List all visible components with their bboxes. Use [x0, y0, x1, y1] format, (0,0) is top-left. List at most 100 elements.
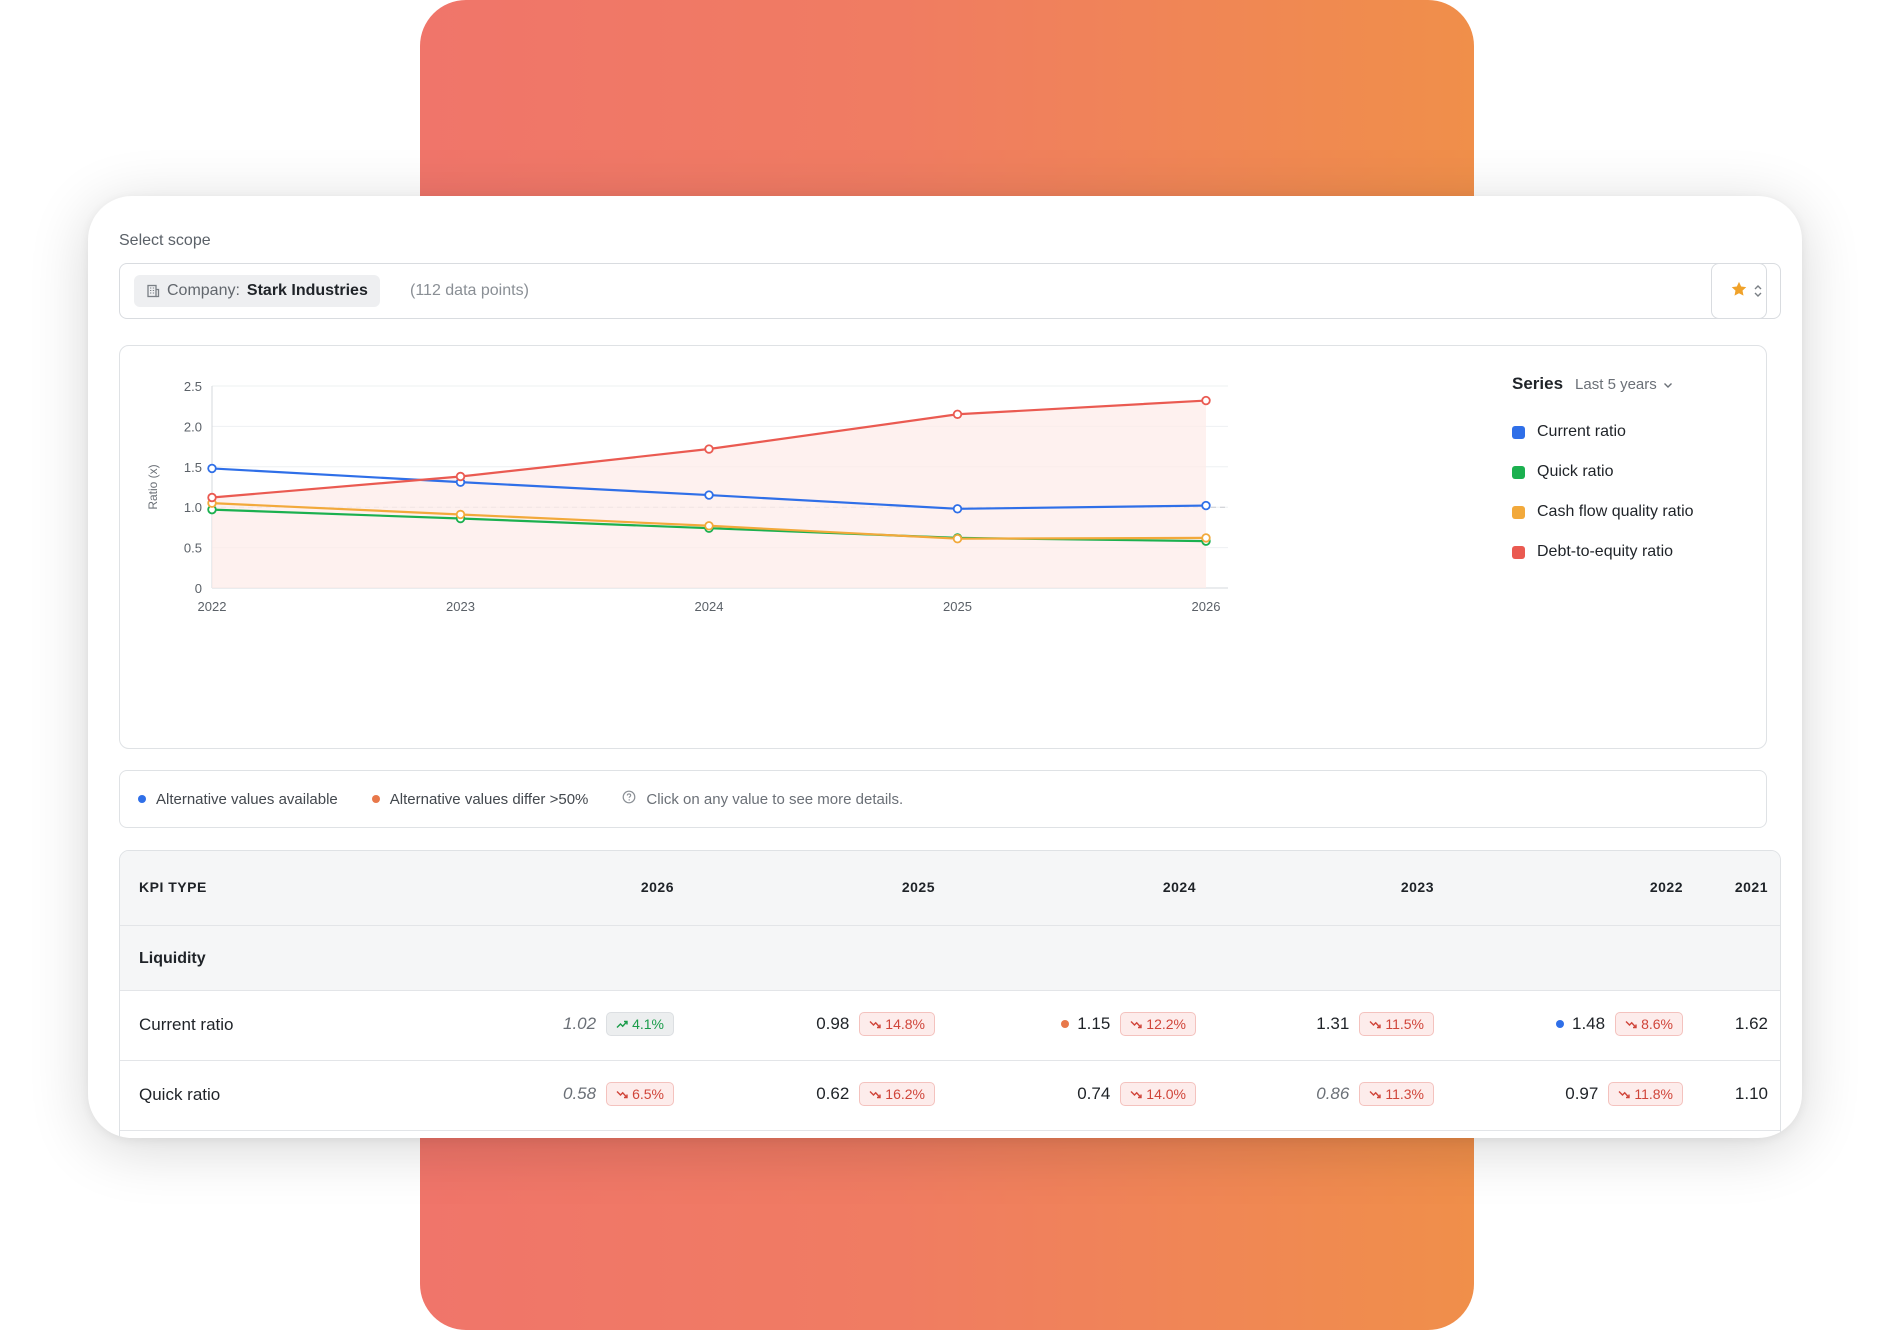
table-cell[interactable]: 1.10	[1735, 1079, 1768, 1109]
trend-down-icon	[1625, 1020, 1637, 1029]
legend-label: Quick ratio	[1537, 463, 1614, 480]
legend-swatch-cashflow	[1512, 505, 1525, 519]
x-tick-label: 2026	[1192, 599, 1221, 614]
table-cell[interactable]: 1.48 8.6%	[1555, 1009, 1683, 1039]
change-badge: 14.8%	[859, 1012, 935, 1036]
change-badge: 6.5%	[606, 1082, 674, 1106]
data-point	[952, 534, 963, 544]
data-point	[952, 409, 963, 419]
cell-value: 1.15	[1077, 1014, 1111, 1033]
info-alt-available: Alternative values available	[138, 791, 338, 808]
data-point	[455, 509, 466, 520]
legend-swatch-quick	[1512, 465, 1525, 479]
column-header-2023[interactable]: 2023	[1401, 879, 1434, 895]
data-point	[704, 521, 714, 531]
table-cell[interactable]: 1.02 4.1%	[563, 1009, 674, 1039]
data-point	[704, 490, 714, 500]
x-tick-label: 2023	[446, 599, 475, 614]
table-cell[interactable]: 1.31 11.5%	[1316, 1009, 1434, 1039]
column-header-2021[interactable]: 2021	[1735, 879, 1768, 895]
star-icon	[1730, 280, 1748, 303]
legend-item-debt-to-equity-ratio[interactable]: Debt-to-equity ratio	[1512, 532, 1752, 572]
column-header-2026[interactable]: 2026	[641, 879, 674, 895]
legend-item-quick-ratio[interactable]: Quick ratio	[1512, 452, 1752, 492]
y-tick-label: 2.0	[184, 419, 202, 434]
column-header-2024[interactable]: 2024	[1163, 879, 1196, 895]
change-badge-label: 6.5%	[632, 1086, 664, 1102]
legend-item-cash-flow-quality-ratio[interactable]: Cash flow quality ratio	[1512, 492, 1752, 532]
group-label: Liquidity	[139, 950, 206, 967]
trend-down-icon	[869, 1090, 881, 1099]
legend-label: Current ratio	[1537, 423, 1626, 440]
x-tick-label: 2022	[198, 599, 227, 614]
orange-dot-icon	[371, 795, 380, 803]
cell-value: 1.02	[562, 1014, 597, 1033]
group-row-liquidity[interactable]: Liquidity	[120, 926, 1780, 991]
table-cell[interactable]: 1.15 12.2%	[1061, 1009, 1196, 1039]
data-point	[1201, 500, 1211, 511]
favorite-button[interactable]	[1711, 263, 1767, 319]
trend-down-icon	[1369, 1090, 1382, 1099]
change-badge: 12.2%	[1120, 1012, 1196, 1036]
trend-down-icon	[1130, 1090, 1142, 1099]
table-row: Current ratio 1.02 4.1% 0.98 14.8% 1.15 12.2% 1…	[120, 991, 1780, 1061]
dashboard-card: Select scope Company: Stark Industries (…	[88, 196, 1802, 1138]
change-badge: 16.2%	[859, 1082, 935, 1106]
change-badge-label: 4.1%	[632, 1016, 664, 1032]
table-cell[interactable]: 0.98 14.8%	[816, 1009, 935, 1039]
trend-down-icon	[1130, 1020, 1142, 1029]
data-point	[1201, 533, 1211, 543]
legend-label: Debt-to-equity ratio	[1537, 543, 1674, 560]
range-dropdown[interactable]: Last 5 years	[1575, 376, 1673, 393]
y-tick-label: 1.5	[184, 460, 202, 475]
legend-label: Cash flow quality ratio	[1537, 503, 1694, 520]
y-tick-label: 1.0	[184, 500, 202, 515]
trend-up-icon	[616, 1020, 628, 1029]
y-tick-label: 0.5	[184, 541, 202, 556]
company-chip-label: Company:	[167, 282, 240, 299]
table-cell[interactable]: 0.86 11.3%	[1316, 1079, 1434, 1109]
range-dropdown-label: Last 5 years	[1575, 376, 1657, 393]
row-label: Current ratio	[139, 1015, 234, 1034]
table-body: Current ratio 1.02 4.1% 0.98 14.8% 1.15 12.2% 1…	[120, 991, 1780, 1131]
data-point	[1201, 395, 1211, 406]
scope-select[interactable]: Company: Stark Industries (112 data poin…	[119, 263, 1781, 319]
data-point	[704, 444, 714, 454]
table-cell[interactable]: 0.74 14.0%	[1077, 1079, 1196, 1109]
column-header-2022[interactable]: 2022	[1650, 879, 1683, 895]
table-row: Quick ratio 0.58 6.5% 0.62 16.2% 0.74 14.0% 0.8…	[120, 1061, 1780, 1131]
info-alt-differ-label: Alternative values differ >50%	[389, 790, 589, 808]
column-header-2025[interactable]: 2025	[902, 879, 935, 895]
cell-value: 0.98	[816, 1014, 850, 1033]
data-points-count: (112 data points)	[410, 282, 529, 299]
data-point	[455, 471, 466, 482]
legend-swatch-debt	[1512, 545, 1525, 559]
kpi-table: KPI TYPE 2026 2025 2024 2023 2022 2021 L…	[119, 850, 1781, 1138]
cell-value: 1.31	[1316, 1014, 1350, 1033]
cell-value: 1.48	[1571, 1014, 1606, 1033]
legend-item-current-ratio[interactable]: Current ratio	[1512, 412, 1752, 452]
company-chip-value: Stark Industries	[246, 282, 368, 299]
cell-value: 1.10	[1734, 1084, 1768, 1103]
legend-title: Series	[1512, 374, 1564, 393]
info-bar: Alternative values available Alternative…	[119, 770, 1767, 828]
blue-dot-icon	[1555, 1020, 1564, 1028]
data-point	[207, 492, 217, 503]
table-cell[interactable]: 1.62	[1735, 1009, 1768, 1039]
table-cell[interactable]: 0.62 16.2%	[816, 1079, 935, 1109]
trend-down-icon	[869, 1020, 881, 1029]
change-badge: 14.0%	[1120, 1082, 1196, 1106]
data-point	[207, 463, 217, 474]
building-icon	[146, 284, 160, 298]
table-cell[interactable]: 0.97 11.8%	[1565, 1079, 1683, 1109]
column-header-kpi-type[interactable]: KPI TYPE	[139, 879, 207, 895]
change-badge: 8.6%	[1615, 1012, 1683, 1036]
change-badge-label: 12.2%	[1146, 1016, 1186, 1032]
cell-value: 0.74	[1077, 1084, 1111, 1103]
table-cell[interactable]: 0.58 6.5%	[563, 1079, 674, 1109]
cell-value: 0.62	[816, 1084, 850, 1103]
company-chip[interactable]: Company: Stark Industries	[134, 275, 380, 307]
cell-value: 1.62	[1734, 1014, 1768, 1033]
orange-dot-icon	[1061, 1020, 1070, 1028]
trend-down-icon	[1369, 1020, 1382, 1029]
